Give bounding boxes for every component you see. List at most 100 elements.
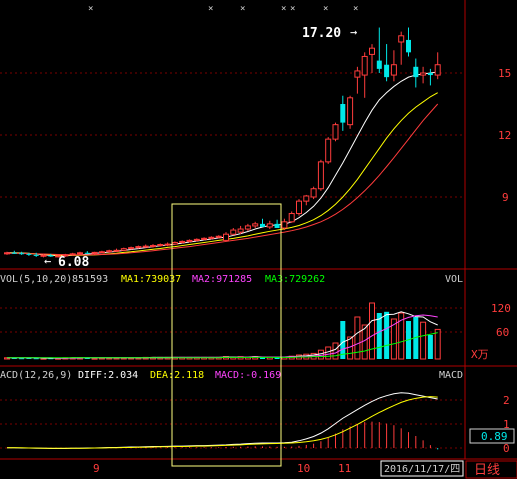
volume-bar	[369, 302, 375, 360]
macd-lines	[7, 392, 438, 449]
volume-bars	[4, 302, 441, 360]
event-marker-icon: ×	[240, 4, 245, 14]
low-price-label: 6.08	[58, 255, 89, 270]
vol-unit-label: X万	[471, 348, 489, 361]
volume-bar	[376, 313, 382, 359]
candle-body	[406, 39, 411, 53]
macd-title: MACD(12,26,9)	[0, 370, 72, 381]
candle-body	[33, 254, 39, 256]
candle-body	[376, 60, 382, 69]
candle-body	[237, 228, 244, 233]
candle-body	[317, 161, 324, 190]
low-arrow-icon: ←	[44, 254, 51, 268]
candle-body	[340, 104, 346, 123]
candle-body	[186, 239, 193, 242]
candle-body	[84, 252, 90, 254]
candle-body	[120, 248, 127, 251]
vol-ma3-label: MA3:729262	[265, 274, 325, 285]
candle-body	[106, 250, 113, 253]
candle-body	[19, 253, 25, 255]
price-tick-15: 15	[498, 67, 511, 80]
candle-body	[230, 229, 237, 235]
candle-body	[354, 70, 361, 78]
candle-body	[157, 244, 164, 247]
volume-header: VOL(5,10,20) 851593 MA1:739037 MA2:97128…	[0, 274, 463, 285]
candle-body	[296, 200, 302, 215]
macd-value-label: MACD:-0.169	[215, 370, 281, 381]
candle-body	[398, 35, 405, 43]
macd-header: MACD(12,26,9) DIFF:2.034 DEA:2.118 MACD:…	[0, 370, 463, 381]
candle-body	[135, 246, 142, 249]
candle-body	[179, 240, 186, 243]
candle-body	[310, 188, 317, 198]
candle-body	[201, 237, 208, 240]
candle-body	[142, 245, 149, 248]
macd-diff-line	[7, 392, 438, 449]
volume-bar	[340, 321, 346, 359]
volume-bar	[325, 346, 332, 360]
candle-body	[260, 223, 265, 227]
stock-chart: × × × × × × × 17.20 → ← 6.08 15 12 9 VOL(5,10,…	[0, 0, 517, 479]
macd-tick-0: 0	[503, 442, 510, 455]
candle-body	[91, 251, 98, 254]
macd-dea-line	[7, 396, 438, 449]
volume-bar	[427, 335, 433, 359]
x-label-11: 11	[338, 462, 351, 475]
volume-bar	[317, 349, 324, 360]
event-marker-icon: ×	[353, 4, 358, 14]
volume-bar	[19, 358, 25, 360]
vol-ma2-label: MA2:971285	[192, 274, 252, 285]
candle-body	[150, 245, 156, 248]
event-marker-icon: ×	[88, 4, 93, 14]
volume-bar	[332, 342, 339, 360]
candle-body	[164, 243, 171, 246]
selection-highlight-box[interactable]	[171, 203, 282, 467]
x-label-10: 10	[297, 462, 310, 475]
vol-right-label: VOL	[445, 274, 463, 285]
date-box-text: 2016/11/17/四	[384, 464, 460, 475]
candle-body	[4, 252, 10, 255]
high-price-label: 17.20	[302, 26, 341, 41]
price-tick-12: 12	[498, 129, 511, 142]
candle-body	[303, 195, 310, 202]
macd-dea-label: DEA:2.118	[150, 370, 204, 381]
high-arrow-icon: →	[350, 25, 357, 39]
candle-body	[223, 233, 229, 241]
candle-body	[11, 252, 17, 254]
candle-body	[361, 55, 368, 76]
price-ma-line	[7, 103, 439, 256]
event-marker-icon: ×	[290, 4, 295, 14]
candle-body	[420, 72, 427, 76]
price-candles	[4, 27, 441, 258]
candle-body	[390, 64, 397, 76]
candle-body	[434, 64, 441, 76]
candle-body	[427, 73, 433, 76]
vol-value: 851593	[72, 274, 108, 285]
macd-value-box-text: 0.89	[481, 430, 508, 443]
candle-body	[98, 251, 105, 254]
vol-tick-120: 120	[491, 302, 511, 315]
event-marker-icon: ×	[281, 4, 286, 14]
candle-body	[77, 252, 83, 255]
macd-tick-2: 2	[503, 394, 510, 407]
period-button-label: 日线	[474, 463, 500, 478]
vol-title: VOL(5,10,20)	[0, 274, 72, 285]
candle-body	[215, 235, 222, 238]
candle-body	[413, 66, 419, 78]
volume-bar	[91, 357, 98, 360]
candle-body	[128, 247, 135, 250]
macd-diff-label: DIFF:2.034	[78, 370, 138, 381]
candle-body	[208, 236, 215, 239]
candle-body	[384, 64, 390, 78]
candle-body	[244, 225, 251, 230]
event-marker-icon: ×	[323, 4, 328, 14]
event-markers: × × × × × × ×	[88, 4, 358, 14]
candle-body	[266, 223, 273, 228]
candle-body	[252, 223, 259, 227]
event-marker-icon: ×	[208, 4, 213, 14]
candle-body	[113, 249, 120, 252]
price-ma-line	[7, 71, 438, 257]
volume-bar	[434, 328, 441, 360]
candle-body	[332, 124, 339, 140]
volume-bar	[384, 311, 390, 359]
